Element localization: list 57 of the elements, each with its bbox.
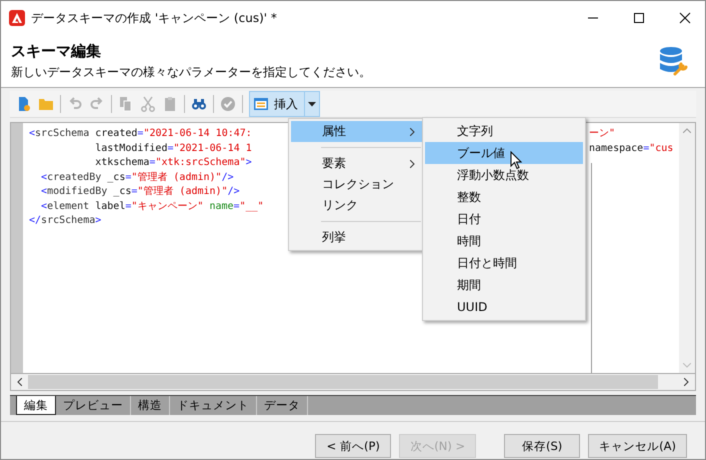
mouse-cursor-icon	[510, 151, 522, 170]
wizard-button[interactable]: キャンセル(A)	[588, 434, 687, 458]
menu-item[interactable]: リンク	[291, 195, 423, 216]
page-title: スキーマ編集	[11, 42, 102, 60]
menu-item[interactable]: 文字列	[425, 120, 583, 142]
wizard-button[interactable]: < 前へ(P)	[315, 434, 392, 458]
view-tab[interactable]: ドキュメント	[170, 396, 257, 415]
menu-item[interactable]: 期間	[425, 274, 583, 296]
view-tab[interactable]: プレビュー	[56, 396, 131, 415]
menu-label: リンク	[322, 197, 358, 214]
app-logo-icon	[9, 10, 25, 26]
code-line: <createdBy _cs="管理者 (admin)"/>	[40, 170, 234, 184]
view-tab[interactable]: 構造	[131, 396, 170, 415]
menu-item[interactable]: 列挙	[291, 227, 423, 248]
menu-item[interactable]: 日付	[425, 208, 583, 230]
page-subtitle: 新しいデータスキーマの様々なパラメーターを指定してください。	[11, 64, 372, 80]
menu-item[interactable]: UUID	[425, 296, 583, 318]
wizard-button[interactable]: 保存(S)	[504, 434, 580, 458]
scroll-up-icon[interactable]	[683, 128, 691, 133]
menu-item[interactable]: 属性	[291, 121, 423, 142]
menu-item[interactable]: 整数	[425, 186, 583, 208]
form-icon	[253, 96, 269, 112]
menu-item[interactable]: ブール値	[425, 142, 583, 164]
binoculars-icon[interactable]	[191, 96, 207, 112]
code-fragment: ーン"	[589, 127, 616, 141]
scroll-down-icon[interactable]	[683, 363, 691, 368]
folder-icon[interactable]	[38, 96, 54, 112]
menu-label: 要素	[322, 155, 346, 172]
code-line: </srcSchema>	[29, 214, 102, 228]
menu-label: 列挙	[322, 229, 346, 246]
code-line: <element label="キャンペーン" name="__"	[40, 200, 264, 214]
horizontal-scrollbar[interactable]	[10, 374, 696, 391]
maximize-icon[interactable]	[633, 12, 645, 24]
menu-label: コレクション	[322, 176, 394, 193]
code-line: lastModified="2021-06-14 1	[94, 142, 252, 156]
database-wrench-icon	[657, 45, 689, 77]
scrollbar-thumb[interactable]	[28, 375, 658, 389]
code-fragment: namespace="cus	[589, 142, 674, 156]
menu-item[interactable]: 要素	[291, 153, 423, 174]
new-document-icon[interactable]	[16, 96, 32, 112]
code-line: <srcSchema created="2021-06-14 10:47:	[29, 127, 252, 141]
menu-item[interactable]: 時間	[425, 230, 583, 252]
code-line: xtkschema="xtk:srcSchema">	[94, 156, 252, 170]
scroll-left-icon[interactable]	[17, 378, 22, 386]
menu-item[interactable]: 浮動小数点数	[425, 164, 583, 186]
dropdown-button[interactable]	[304, 92, 319, 116]
code-line: <modifiedBy _cs="管理者 (admin)"/>	[40, 185, 240, 199]
window-title: データスキーマの作成 'キャンペーン (cus)' *	[31, 10, 277, 26]
scroll-right-icon[interactable]	[684, 378, 689, 386]
menu-label: 属性	[322, 123, 346, 140]
caret-icon	[308, 102, 316, 106]
view-tab[interactable]: データ	[257, 396, 308, 415]
menu-item[interactable]: コレクション	[291, 174, 423, 195]
view-tab[interactable]: 編集	[16, 396, 56, 415]
close-icon[interactable]	[679, 12, 691, 24]
menu-item[interactable]: 日付と時間	[425, 252, 583, 274]
vertical-scrollbar[interactable]	[679, 123, 695, 373]
